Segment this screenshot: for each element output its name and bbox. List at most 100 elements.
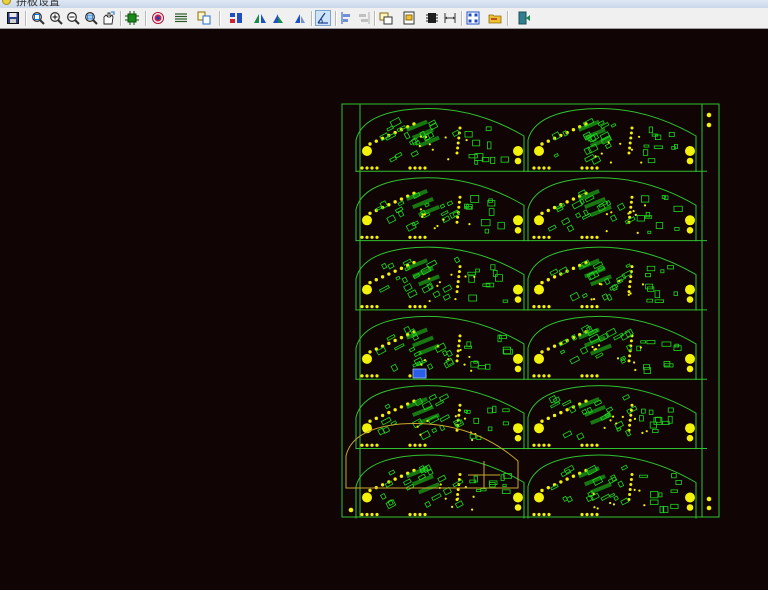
silkscreen-component	[465, 410, 471, 414]
pad	[447, 358, 450, 361]
pad	[458, 403, 462, 407]
pcb-board	[527, 177, 697, 242]
exit-icon[interactable]	[516, 10, 532, 26]
pad	[628, 146, 632, 150]
silkscreen-component	[670, 489, 678, 493]
pad	[546, 139, 550, 143]
silkscreen-component	[487, 407, 493, 414]
silkscreen-component	[643, 144, 650, 148]
pad	[616, 357, 620, 360]
pad	[399, 197, 404, 201]
copy-icon[interactable]	[196, 10, 212, 26]
pad	[418, 305, 422, 309]
pcb-board	[355, 108, 525, 172]
pad	[629, 131, 633, 135]
grid-icon[interactable]	[465, 10, 481, 26]
align-left-icon[interactable]	[339, 10, 355, 26]
pad	[580, 512, 584, 517]
pcb-board	[355, 315, 525, 380]
save-icon[interactable]	[5, 10, 21, 26]
silkscreen-component	[388, 469, 396, 476]
origin-marker	[412, 368, 427, 379]
pad	[457, 205, 461, 209]
silkscreen-component	[464, 345, 473, 349]
fiducial-icon[interactable]	[424, 10, 440, 26]
pad	[399, 335, 404, 340]
zoom-fit-icon[interactable]	[30, 10, 46, 26]
pad	[450, 273, 453, 276]
pad	[639, 346, 642, 349]
panel-canvas[interactable]	[0, 29, 768, 590]
pan-icon[interactable]	[100, 10, 116, 26]
pad	[619, 142, 622, 145]
mounting-pad	[685, 215, 695, 226]
pad	[571, 474, 576, 478]
pad	[585, 374, 589, 378]
zoom-in-icon[interactable]	[48, 10, 64, 26]
silkscreen-component	[437, 474, 447, 483]
mounting-pad	[362, 353, 372, 364]
silkscreen-component	[410, 150, 419, 158]
pad	[444, 136, 447, 139]
pad	[457, 275, 461, 279]
silkscreen-component	[469, 479, 477, 484]
silkscreen-component	[401, 276, 408, 284]
silkscreen-component	[375, 346, 387, 356]
silkscreen-component	[440, 210, 449, 217]
ic-footprint	[583, 404, 606, 417]
silkscreen-component	[502, 299, 509, 303]
mounting-pad	[685, 284, 695, 295]
dimension-icon[interactable]	[442, 10, 458, 26]
silkscreen-component	[428, 393, 438, 401]
target-icon[interactable]	[150, 10, 166, 26]
pad	[463, 363, 466, 366]
pad	[547, 512, 551, 517]
rotate-icon[interactable]	[292, 10, 308, 26]
zoom-window-icon[interactable]	[83, 10, 99, 26]
pad	[408, 443, 412, 447]
open-folder-icon[interactable]	[487, 10, 503, 26]
pad	[374, 139, 378, 143]
pad	[454, 297, 457, 301]
silkscreen-component	[445, 349, 453, 358]
mounting-pad	[686, 434, 694, 442]
pad	[628, 423, 632, 427]
route-icon[interactable]	[378, 10, 394, 26]
mirror-vertical-icon[interactable]	[270, 10, 286, 26]
pad	[451, 505, 454, 508]
pad	[374, 278, 378, 282]
pad	[532, 305, 536, 309]
pad	[456, 285, 460, 289]
pad	[580, 305, 584, 309]
import-icon[interactable]	[401, 10, 417, 26]
silkscreen-component	[495, 274, 503, 282]
measure-icon[interactable]	[315, 10, 331, 26]
silkscreen-component	[617, 480, 625, 488]
mounting-pad	[685, 353, 695, 364]
pad	[374, 416, 378, 421]
silkscreen-component	[644, 273, 652, 278]
pad	[594, 347, 598, 351]
mounting-pad	[686, 157, 694, 165]
silkscreen-component	[625, 263, 631, 269]
pad	[594, 155, 597, 158]
pcb-board	[355, 246, 525, 311]
silkscreen-component	[389, 116, 402, 128]
layers-icon[interactable]	[173, 10, 189, 26]
board-icon[interactable]	[124, 10, 140, 26]
board-outline	[355, 385, 525, 450]
zoom-out-icon[interactable]	[65, 10, 81, 26]
align-right-icon[interactable]	[356, 10, 372, 26]
silkscreen-component	[562, 430, 573, 439]
silkscreen-component	[641, 408, 646, 414]
pad	[456, 141, 460, 145]
array-icon[interactable]	[228, 10, 244, 26]
pad	[590, 512, 594, 517]
pcb-board	[355, 454, 525, 519]
silkscreen-component	[386, 214, 397, 224]
mirror-horizontal-icon[interactable]	[252, 10, 268, 26]
pad	[438, 281, 441, 284]
mounting-pad	[362, 215, 372, 226]
pad	[634, 213, 637, 216]
pad	[408, 166, 412, 170]
